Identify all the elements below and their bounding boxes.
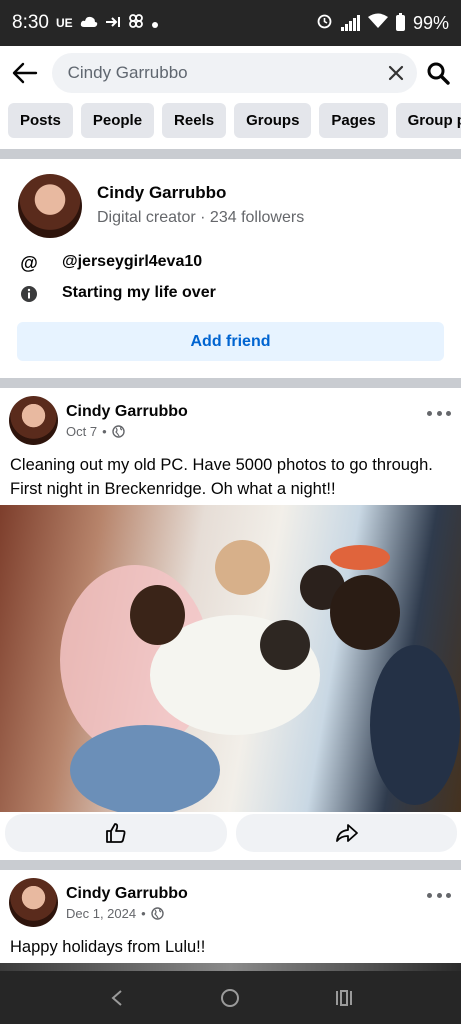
- post-card: Cindy Garrubbo Dec 1, 2024 • Happy holid…: [0, 870, 461, 963]
- back-button[interactable]: [10, 58, 40, 88]
- filter-reels[interactable]: Reels: [162, 103, 227, 138]
- post-meta: Dec 1, 2024 •: [66, 906, 164, 921]
- nav-home-button[interactable]: [210, 978, 250, 1018]
- status-left: 8:30 UE: [12, 12, 159, 34]
- meta-separator: •: [141, 906, 146, 921]
- section-divider: [0, 860, 461, 870]
- nav-back-button[interactable]: [97, 978, 137, 1018]
- post-text: Cleaning out my old PC. Have 5000 photos…: [10, 456, 433, 498]
- wifi-icon: [367, 13, 388, 34]
- carrier-label: UE: [55, 16, 73, 30]
- post-date[interactable]: Oct 7: [66, 424, 97, 439]
- post-author-avatar[interactable]: [9, 878, 58, 927]
- globe-icon: [111, 425, 125, 438]
- battery-icon: [395, 13, 405, 31]
- at-sign-icon: @: [20, 252, 38, 273]
- info-icon: [18, 283, 40, 305]
- profile-subtitle: Digital creator · 234 followers: [97, 209, 305, 226]
- back-arrow-icon: [12, 62, 38, 84]
- clear-icon: [389, 65, 404, 81]
- more-options-button[interactable]: [427, 890, 451, 900]
- filter-tabs: Posts People Reels Groups Pages Group po…: [8, 103, 461, 139]
- dot-icon: [151, 13, 159, 34]
- filter-posts[interactable]: Posts: [8, 103, 73, 138]
- share-button[interactable]: [236, 814, 457, 852]
- post-photo[interactable]: [0, 505, 461, 812]
- globe-icon: [150, 907, 164, 920]
- profile-name[interactable]: Cindy Garrubbo: [97, 183, 226, 203]
- post-date[interactable]: Dec 1, 2024: [66, 906, 136, 921]
- post-author[interactable]: Cindy Garrubbo: [66, 403, 188, 421]
- bio-row: Starting my life over: [18, 283, 216, 305]
- handle-row: @ @jerseygirl4eva10: [18, 252, 202, 274]
- pinwheel-icon: [128, 13, 144, 34]
- filter-group-posts[interactable]: Group pos: [395, 103, 461, 138]
- like-button[interactable]: [5, 814, 227, 852]
- forward-arrow-icon: [105, 13, 121, 34]
- search-query[interactable]: Cindy Garrubbo: [68, 63, 386, 83]
- alarm-icon: [316, 12, 333, 34]
- avatar[interactable]: [18, 174, 82, 238]
- share-icon: [335, 824, 358, 842]
- profile-result-card[interactable]: Cindy Garrubbo Digital creator · 234 fol…: [0, 160, 461, 378]
- nav-back-icon: [111, 989, 122, 1006]
- post-author-avatar[interactable]: [9, 396, 58, 445]
- nav-home-icon: [221, 988, 240, 1007]
- post-author[interactable]: Cindy Garrubbo: [66, 885, 188, 903]
- clear-search-button[interactable]: [385, 62, 407, 84]
- post-photo-partial[interactable]: [0, 963, 461, 971]
- add-friend-button[interactable]: Add friend: [17, 322, 444, 361]
- like-icon: [106, 823, 126, 843]
- status-bar: 8:30 UE 99%: [0, 0, 461, 46]
- filter-pages[interactable]: Pages: [319, 103, 388, 138]
- nav-recents-button[interactable]: [324, 978, 364, 1018]
- battery-percent: 99%: [412, 12, 449, 33]
- profile-handle: @jerseygirl4eva10: [62, 253, 203, 270]
- filter-people[interactable]: People: [80, 103, 155, 138]
- signal-icon: [340, 15, 360, 31]
- clock: 8:30: [12, 12, 49, 33]
- search-icon: [427, 62, 450, 85]
- cloud-icon: [80, 13, 98, 34]
- post-text: Happy holidays from Lulu!!: [10, 938, 206, 956]
- search-input[interactable]: Cindy Garrubbo: [51, 53, 418, 93]
- filter-groups[interactable]: Groups: [234, 103, 312, 138]
- more-options-button[interactable]: [427, 408, 451, 418]
- section-divider: [0, 378, 461, 388]
- status-right: 99%: [316, 12, 449, 34]
- section-divider: [0, 149, 461, 159]
- post-meta: Oct 7 •: [66, 424, 125, 439]
- nav-recents-icon: [336, 989, 353, 1006]
- search-button[interactable]: [425, 60, 451, 86]
- system-nav-bar: [0, 971, 461, 1024]
- meta-separator: •: [102, 424, 107, 439]
- profile-bio: Starting my life over: [62, 284, 216, 301]
- search-header: Cindy Garrubbo: [0, 46, 461, 100]
